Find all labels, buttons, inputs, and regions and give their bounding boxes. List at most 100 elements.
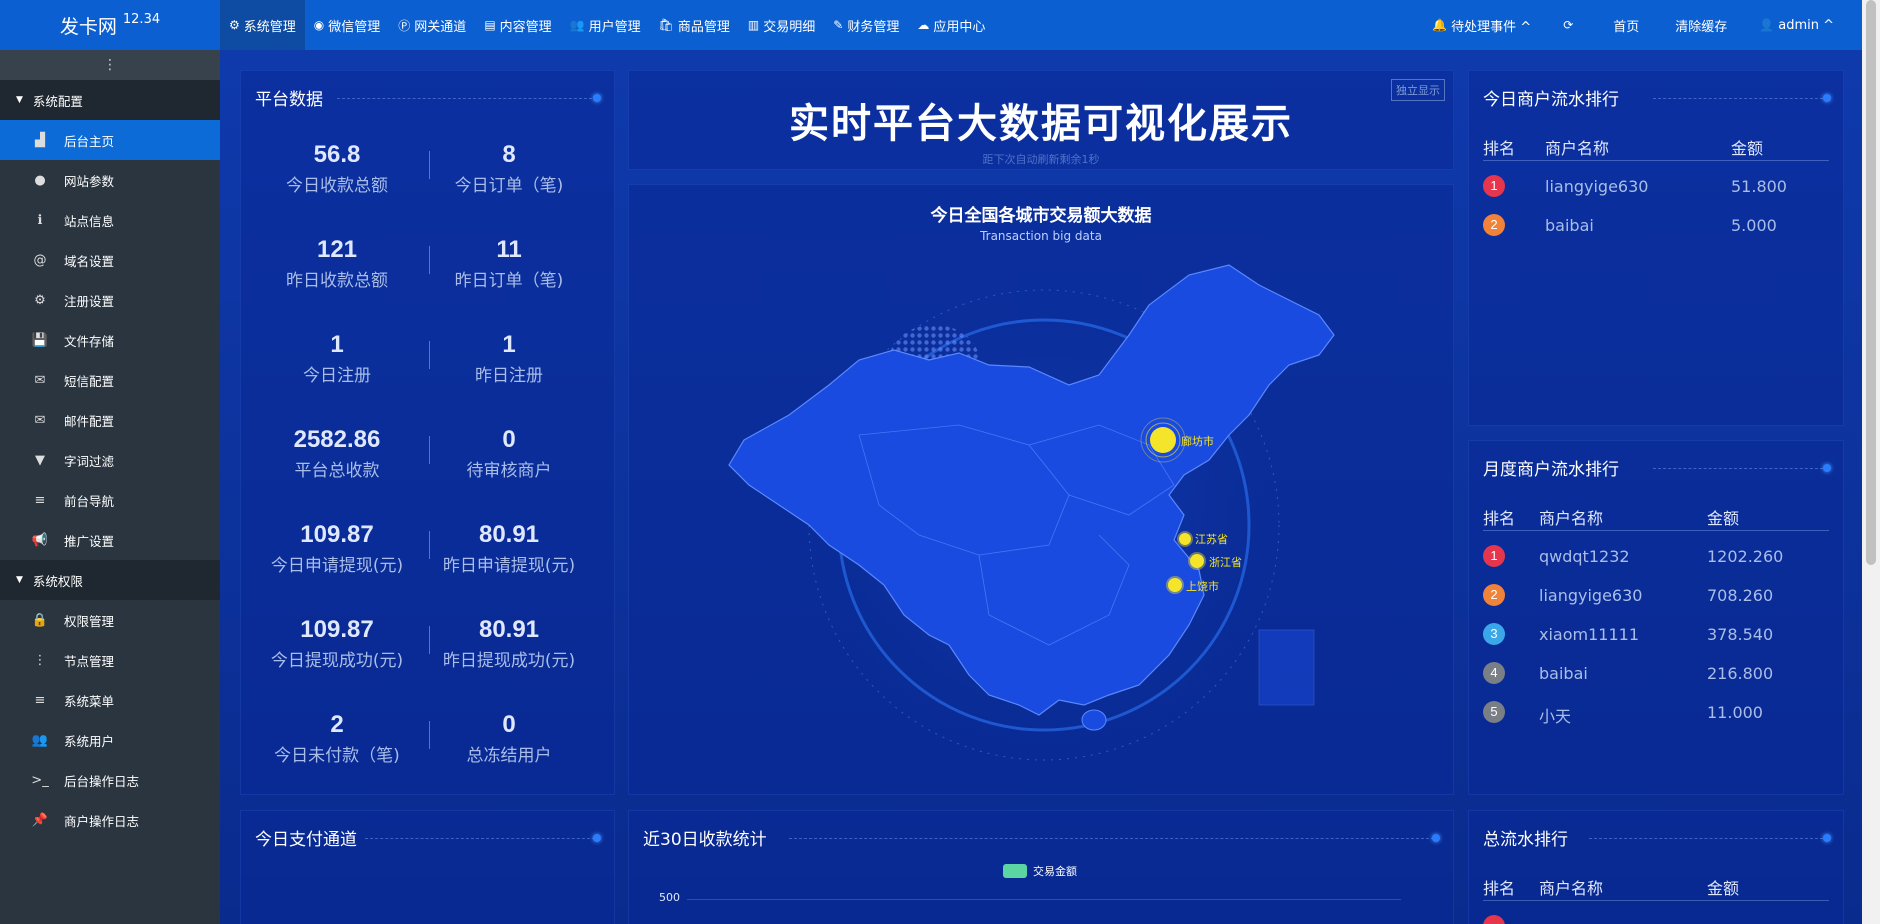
top-navbar: 发卡网 12.34 ⚙ 系统管理 ◉ 微信管理 Ⓟ 网关通道 ▤ 内容管理 👥 用户管理 🛍 商品管理…: [0, 0, 1880, 50]
nav-label: 商品管理: [677, 19, 730, 35]
sidebar-item-label: 节点管理: [64, 653, 115, 669]
sidebar-item[interactable]: 📌 商户操作日志: [0, 800, 220, 840]
nav-label: 内容管理: [499, 19, 552, 35]
sidebar-icon: ▟: [35, 132, 45, 148]
amount: 11.000: [1707, 703, 1763, 722]
sidebar-item-label: 站点信息: [64, 213, 115, 229]
nav-label: 清除缓存: [1675, 19, 1728, 35]
logo-text: 发卡网: [59, 15, 117, 38]
merchant-name: liangyige630: [1539, 586, 1643, 605]
nav-label: 交易明细: [763, 19, 816, 35]
sidebar-item[interactable]: ≡ 系统菜单: [0, 680, 220, 720]
nav-icon: ⚙: [229, 18, 240, 32]
sidebar-icon: ✉: [34, 372, 46, 388]
sidebar: ⋮ ▼ 系统配置 ▟ 后台主页 ● 网站参数 ℹ 站点信息 @ 域名设置 ⚙ 注册设置 💾 文件存储 ✉ 短信…: [0, 50, 220, 924]
map-point-zhejiang[interactable]: [1188, 552, 1206, 570]
right-nav-item[interactable]: 首页: [1593, 0, 1655, 50]
rank-row: 2 liangyige630 708.260: [1483, 582, 1829, 612]
sidebar-item[interactable]: >_ 后台操作日志: [0, 760, 220, 800]
sidebar-icon: >_: [31, 772, 49, 788]
chart-legend[interactable]: 交易金额: [1003, 863, 1077, 879]
stat-item: 0 总冻结用户: [423, 711, 595, 766]
nav-label: 待处理事件 ^: [1451, 19, 1532, 35]
nav-item[interactable]: ⚙ 系统管理: [220, 0, 305, 50]
sidebar-item[interactable]: ✉ 短信配置: [0, 360, 220, 400]
sidebar-item[interactable]: @ 域名设置: [0, 240, 220, 280]
nav-item[interactable]: ☁ 应用中心: [908, 0, 994, 50]
map-point-shangrao[interactable]: [1166, 576, 1184, 594]
merchant-name: 小天: [1539, 707, 1572, 726]
col-rank: 排名: [1483, 879, 1516, 898]
sidebar-item[interactable]: ⚙ 注册设置: [0, 280, 220, 320]
stat-label: 昨日注册: [475, 366, 543, 386]
monthly-rank-title: 月度商户流水排行: [1483, 460, 1619, 480]
sidebar-item[interactable]: 👥 系统用户: [0, 720, 220, 760]
stat-value: 1: [502, 331, 516, 358]
amount: 1202.260: [1707, 547, 1784, 566]
sidebar-item-label: 域名设置: [64, 253, 115, 269]
amount: 216.800: [1707, 664, 1774, 683]
standalone-display-button[interactable]: 独立显示: [1391, 79, 1445, 101]
sidebar-item[interactable]: 🔒 权限管理: [0, 600, 220, 640]
sidebar-item[interactable]: ✉ 邮件配置: [0, 400, 220, 440]
nav-item[interactable]: ▤ 内容管理: [475, 0, 560, 50]
col-amount: 金额: [1707, 509, 1740, 528]
sidebar-item[interactable]: ℹ 站点信息: [0, 200, 220, 240]
sidebar-group-label: 系统权限: [32, 573, 83, 589]
stat-label: 待审核商户: [466, 461, 552, 481]
rank-badge: 3: [1483, 623, 1505, 645]
nav-item[interactable]: ▥ 交易明细: [739, 0, 824, 50]
stat-label: 今日提现成功(元): [270, 651, 404, 671]
scrollbar-thumb[interactable]: [1866, 0, 1876, 565]
title-dot: [593, 94, 601, 102]
merchant-name: baibai: [1539, 664, 1588, 683]
stat-label: 今日收款总额: [286, 176, 388, 196]
total-rank-panel: 总流水排行 排名 商户名称 金额: [1468, 810, 1844, 924]
sidebar-item[interactable]: ▼ 字词过滤: [0, 440, 220, 480]
sidebar-group[interactable]: ▼ 系统权限: [0, 560, 220, 600]
stat-label: 昨日订单（笔): [454, 271, 564, 291]
col-amount: 金额: [1731, 139, 1764, 158]
nav-item[interactable]: ✎ 财务管理: [824, 0, 908, 50]
map-point-jiangsu[interactable]: [1177, 531, 1193, 547]
right-nav-item[interactable]: ⟳: [1547, 0, 1593, 50]
sidebar-item[interactable]: ● 网站参数: [0, 160, 220, 200]
nav-item[interactable]: 🛍 商品管理: [650, 0, 739, 50]
nav-item[interactable]: 👥 用户管理: [561, 0, 650, 50]
sidebar-item[interactable]: 💾 文件存储: [0, 320, 220, 360]
right-nav-item[interactable]: 清除缓存: [1655, 0, 1743, 50]
sidebar-icon: 🔒: [31, 612, 49, 628]
nav-item[interactable]: ◉ 微信管理: [305, 0, 390, 50]
caret-down-icon: ▼: [16, 575, 23, 585]
stat-label: 平台总收款: [294, 461, 380, 481]
nav-item[interactable]: Ⓟ 网关通道: [389, 0, 475, 50]
col-merchant: 商户名称: [1545, 139, 1610, 158]
sidebar-icon: ✉: [34, 412, 46, 428]
sidebar-group[interactable]: ▼ 系统配置: [0, 80, 220, 120]
main-nav: ⚙ 系统管理 ◉ 微信管理 Ⓟ 网关通道 ▤ 内容管理 👥 用户管理 🛍 商品管理 ▥ 交易明细 ✎ 财务管理…: [220, 0, 994, 50]
stat-item: 56.8 今日收款总额: [251, 141, 423, 196]
sidebar-icon: @: [33, 252, 47, 268]
page-scrollbar[interactable]: [1862, 0, 1880, 924]
sidebar-item-label: 系统菜单: [64, 693, 115, 709]
right-nav-item[interactable]: 👤 admin ^: [1743, 0, 1850, 50]
title-divider: [1589, 838, 1823, 839]
col-merchant: 商户名称: [1539, 879, 1604, 898]
sidebar-item[interactable]: ▟ 后台主页: [0, 120, 220, 160]
sidebar-item[interactable]: ⋮ 节点管理: [0, 640, 220, 680]
title-divider: [1653, 468, 1823, 469]
sidebar-item[interactable]: 📢 推广设置: [0, 520, 220, 560]
title-dot: [1823, 464, 1831, 472]
nav-icon: 🛍: [658, 18, 674, 32]
rank-badge: 5: [1483, 701, 1505, 723]
sidebar-icon: ℹ: [37, 212, 43, 228]
sidebar-item-label: 网站参数: [64, 173, 115, 189]
sidebar-icon: 📌: [31, 812, 49, 828]
sidebar-item[interactable]: ≡ 前台导航: [0, 480, 220, 520]
sidebar-item-label: 权限管理: [64, 613, 115, 629]
app-logo[interactable]: 发卡网 12.34: [0, 0, 220, 50]
sidebar-toggle-button[interactable]: ⋮: [0, 50, 220, 80]
map-label-zhejiang: 浙江省: [1209, 556, 1242, 569]
sidebar-item-label: 邮件配置: [64, 413, 115, 429]
right-nav-item[interactable]: 🔔 待处理事件 ^: [1416, 0, 1547, 50]
